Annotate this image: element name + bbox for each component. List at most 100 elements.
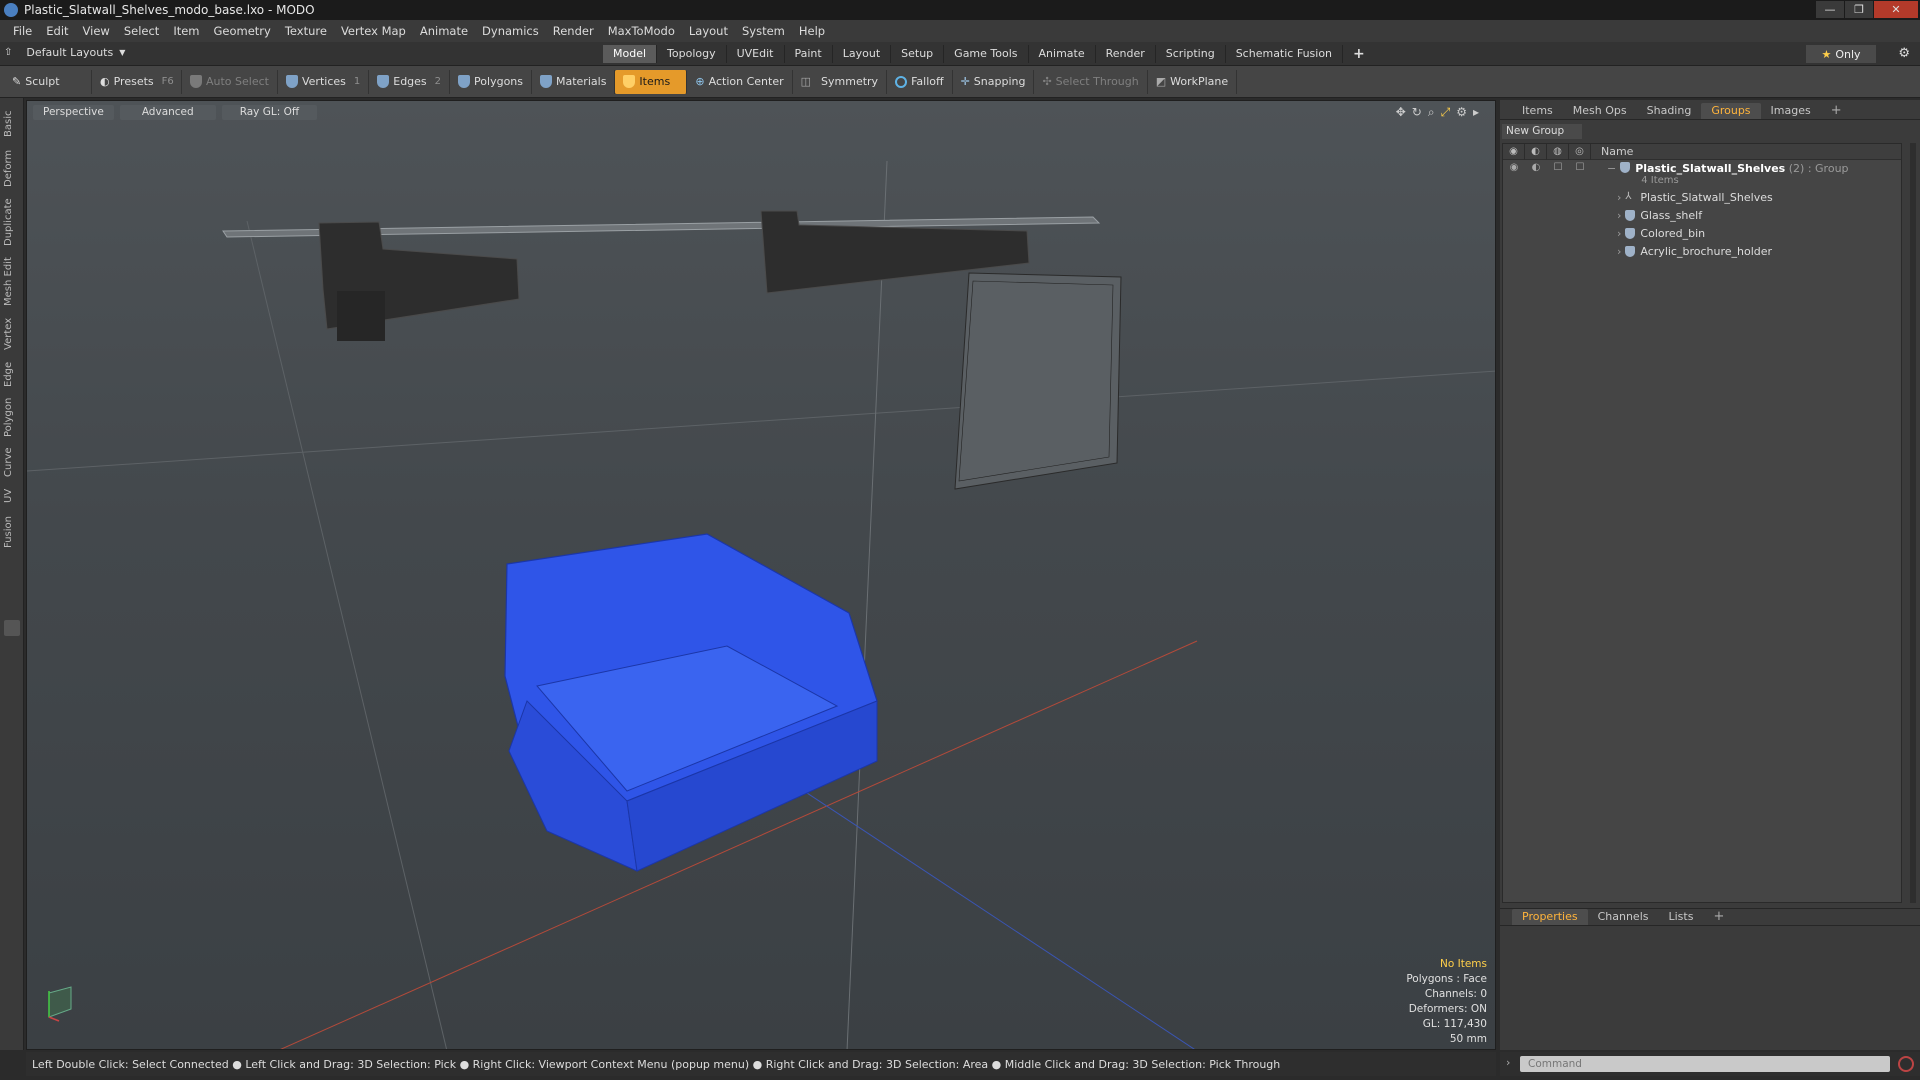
tab-mesh-ops[interactable]: Mesh Ops — [1563, 103, 1637, 119]
menu-animate[interactable]: Animate — [413, 24, 475, 38]
tab-uvedit[interactable]: UVEdit — [727, 45, 785, 63]
falloff-button[interactable]: Falloff — [887, 69, 953, 94]
render-icon[interactable]: ◐ — [1525, 143, 1547, 160]
tab-items[interactable]: Items — [1512, 103, 1563, 119]
tab-groups[interactable]: Groups — [1701, 102, 1761, 119]
snapping-button[interactable]: ✛ Snapping — [953, 69, 1035, 94]
menu-render[interactable]: Render — [546, 24, 601, 38]
perspective-button[interactable]: Perspective — [33, 105, 114, 120]
materials-button[interactable]: Materials — [532, 69, 616, 94]
vtab-uv[interactable]: UV — [3, 484, 21, 508]
pan-icon[interactable]: ✥ — [1396, 105, 1406, 120]
menu-layout[interactable]: Layout — [682, 24, 735, 38]
select-icon[interactable]: ◎ — [1569, 143, 1591, 160]
vtab-curve[interactable]: Curve — [3, 444, 21, 480]
maximize-icon[interactable]: ⤢ — [1441, 105, 1451, 120]
record-icon[interactable] — [1898, 1056, 1914, 1072]
tab-scripting[interactable]: Scripting — [1156, 45, 1226, 63]
menu-view[interactable]: View — [76, 24, 117, 38]
close-button[interactable]: ✕ — [1874, 1, 1918, 18]
zoom-icon[interactable]: ⌕ — [1428, 105, 1435, 120]
layout-dropdown[interactable]: ⇧ Default Layouts ▼ — [4, 46, 125, 59]
tab-shading[interactable]: Shading — [1637, 103, 1702, 119]
presets-button[interactable]: ◐ Presets F6 — [92, 69, 182, 94]
vtab-edge[interactable]: Edge — [3, 358, 21, 390]
collapse-icon[interactable]: − — [1607, 162, 1616, 175]
visibility-icon[interactable]: ◉ — [1503, 143, 1525, 160]
menu-edit[interactable]: Edit — [39, 24, 75, 38]
raygl-button[interactable]: Ray GL: Off — [221, 105, 318, 120]
list-item[interactable]: › Acrylic_brochure_holder — [1503, 242, 1901, 260]
vertices-button[interactable]: Vertices 1 — [278, 69, 370, 94]
add-panel-tab-button[interactable]: + — [1821, 103, 1852, 119]
menu-system[interactable]: System — [735, 24, 792, 38]
polygons-button[interactable]: Polygons — [450, 69, 532, 94]
expand-arrow-icon[interactable]: ▸ — [1473, 105, 1479, 120]
vtab-polygon[interactable]: Polygon — [3, 394, 21, 440]
vtab-deform[interactable]: Deform — [3, 146, 21, 190]
menu-item[interactable]: Item — [166, 24, 206, 38]
row-select-icon[interactable]: ☐ — [1569, 162, 1591, 173]
vtab-fusion[interactable]: Fusion — [3, 512, 21, 552]
advanced-button[interactable]: Advanced — [119, 105, 216, 120]
tab-schematic-fusion[interactable]: Schematic Fusion — [1226, 45, 1344, 63]
row-lock-icon[interactable]: ☐ — [1547, 162, 1569, 173]
add-prop-tab-button[interactable]: + — [1703, 909, 1734, 925]
only-toggle[interactable]: ★ Only — [1806, 45, 1876, 63]
menu-file[interactable]: File — [6, 24, 39, 38]
list-item[interactable]: › ⅄ Plastic_Slatwall_Shelves — [1503, 188, 1901, 206]
tab-game-tools[interactable]: Game Tools — [944, 45, 1029, 63]
tab-lists[interactable]: Lists — [1659, 909, 1704, 925]
menu-maxtomodo[interactable]: MaxToModo — [601, 24, 682, 38]
auto-select-button[interactable]: Auto Select — [182, 69, 278, 94]
tab-topology[interactable]: Topology — [657, 45, 727, 63]
gear-icon[interactable]: ⚙ — [1898, 46, 1910, 61]
vtab-mesh-edit[interactable]: Mesh Edit — [3, 254, 21, 310]
select-through-button[interactable]: ✣ Select Through — [1034, 69, 1148, 94]
tab-model[interactable]: Model — [603, 45, 658, 63]
palette-toggle-button[interactable] — [4, 620, 20, 636]
viewport-gear-icon[interactable]: ⚙ — [1456, 105, 1467, 120]
layout-arrow-icon: ⇧ — [4, 47, 13, 58]
3d-viewport[interactable]: Perspective Advanced Ray GL: Off ✥ ↻ ⌕ ⤢… — [26, 100, 1496, 1050]
list-item[interactable]: › Glass_shelf — [1503, 206, 1901, 224]
tab-channels[interactable]: Channels — [1588, 909, 1659, 925]
maximize-button[interactable]: ❐ — [1845, 1, 1873, 18]
menu-texture[interactable]: Texture — [278, 24, 334, 38]
menu-select[interactable]: Select — [117, 24, 166, 38]
lock-icon[interactable]: ◍ — [1547, 143, 1569, 160]
row-eye-icon[interactable]: ◉ — [1503, 162, 1525, 173]
symmetry-button[interactable]: ◫ Symmetry — [793, 69, 888, 94]
materials-label: Materials — [556, 75, 607, 88]
new-group-button[interactable]: New Group — [1502, 124, 1582, 139]
add-tab-button[interactable]: + — [1343, 45, 1375, 63]
edges-button[interactable]: Edges 2 — [369, 69, 451, 94]
menu-geometry[interactable]: Geometry — [207, 24, 278, 38]
tab-setup[interactable]: Setup — [891, 45, 945, 63]
command-input[interactable]: Command — [1520, 1056, 1890, 1072]
menu-help[interactable]: Help — [792, 24, 832, 38]
row-render-icon[interactable]: ◐ — [1525, 162, 1547, 173]
tab-layout[interactable]: Layout — [833, 45, 892, 63]
tab-properties[interactable]: Properties — [1512, 909, 1588, 925]
tab-render[interactable]: Render — [1096, 45, 1156, 63]
tab-images[interactable]: Images — [1761, 103, 1821, 119]
tab-paint[interactable]: Paint — [785, 45, 833, 63]
menu-vertex-map[interactable]: Vertex Map — [334, 24, 413, 38]
menu-dynamics[interactable]: Dynamics — [475, 24, 546, 38]
tree-scrollbar[interactable] — [1910, 143, 1916, 903]
action-center-button[interactable]: ⊕ Action Center — [687, 69, 793, 94]
sculpt-button[interactable]: ✎ Sculpt — [4, 69, 92, 94]
tab-animate[interactable]: Animate — [1029, 45, 1096, 63]
list-item[interactable]: › Colored_bin — [1503, 224, 1901, 242]
minimize-button[interactable]: — — [1816, 1, 1844, 18]
snapping-label: Snapping — [973, 75, 1026, 88]
vtab-duplicate[interactable]: Duplicate — [3, 194, 21, 250]
vtab-vertex[interactable]: Vertex — [3, 314, 21, 354]
items-button[interactable]: Items — [615, 69, 688, 94]
tree-row-group[interactable]: ◉ ◐ ☐ ☐ − Plastic_Slatwall_Shelves (2) :… — [1503, 162, 1901, 186]
rotate-icon[interactable]: ↻ — [1412, 105, 1422, 120]
vtab-basic[interactable]: Basic — [3, 106, 21, 142]
workplane-button[interactable]: ◩ WorkPlane — [1148, 69, 1238, 94]
info-deformers: Deformers: ON — [1408, 1003, 1487, 1015]
